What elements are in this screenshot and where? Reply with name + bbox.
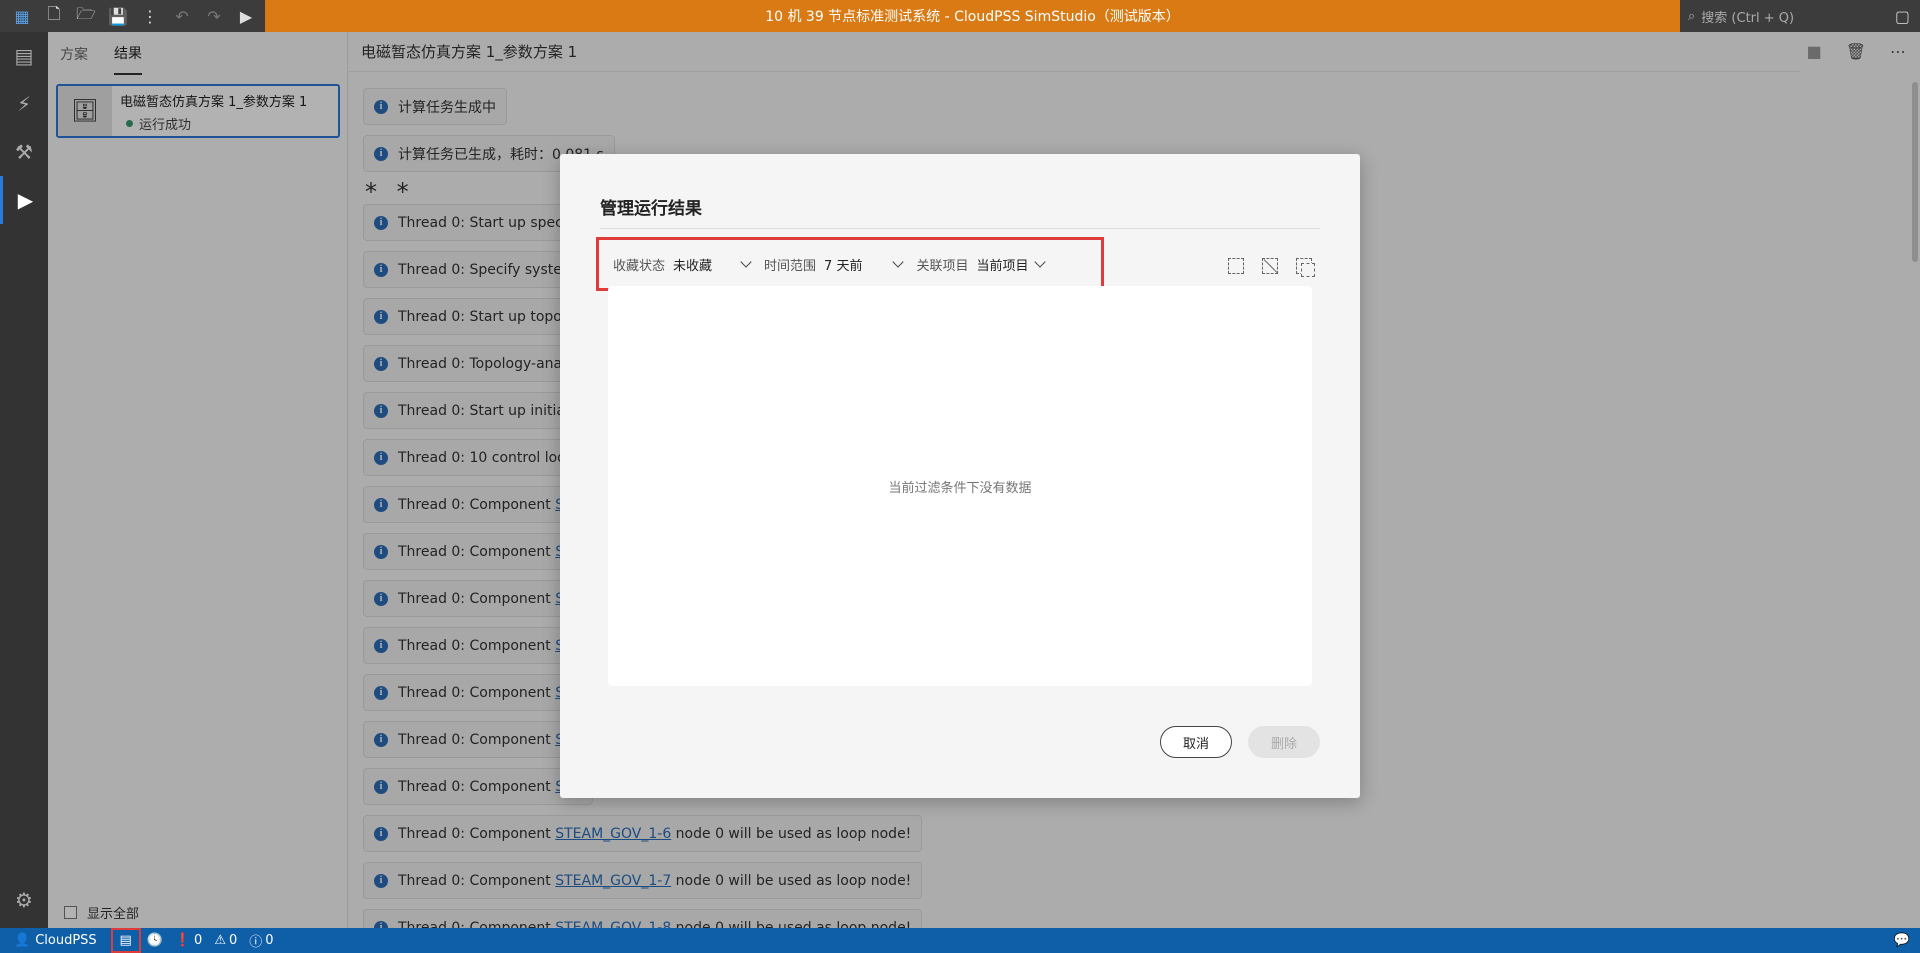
undo-icon[interactable]: ↶ [168, 2, 196, 30]
related-project-filter[interactable]: 关联项目 当前项目 [916, 255, 1047, 274]
user-icon: 👤 [14, 933, 31, 948]
maximize-icon[interactable]: ▢ [1895, 7, 1910, 26]
filter-bar: 收藏状态 未收藏 时间范围 7 天前 关联项目 当前项目 [596, 237, 1104, 291]
more-vertical-icon[interactable]: ⋮ [136, 2, 164, 30]
title-bar-toolbar: ▦ 🗋 🗁 💾 ⋮ ↶ ↷ ▶ [0, 0, 265, 32]
select-all-icon[interactable] [1228, 258, 1244, 274]
chevron-down-icon [740, 256, 752, 268]
history-button[interactable]: 🕓 [141, 933, 169, 948]
user-account[interactable]: 👤 CloudPSS [0, 933, 109, 948]
warning-icon: ⚠ [214, 933, 226, 948]
chevron-down-icon [1034, 256, 1047, 268]
run-play-icon[interactable]: ▶ [232, 2, 260, 30]
status-bar: 👤 CloudPSS ▤ 🕓 ❗ 0 ⚠ 0 ⓘ 0 💬 [0, 928, 1920, 953]
search-icon: ⌕ [1688, 8, 1696, 24]
activity-bar: ▤ ⚡ ⚒ ▶ ⚙ [0, 32, 48, 928]
filter-value: 当前项目 [976, 258, 1029, 274]
dialog-divider [600, 228, 1320, 229]
app-logo-icon[interactable]: ▦ [8, 2, 36, 30]
error-icon: ❗ [174, 933, 192, 948]
results-table: 当前过滤条件下没有数据 [608, 286, 1312, 686]
save-icon[interactable]: 💾 [104, 2, 132, 30]
delete-button[interactable]: 删除 [1248, 726, 1320, 758]
warning-count[interactable]: ⚠ 0 [208, 933, 243, 948]
error-count[interactable]: ❗ 0 [169, 933, 208, 948]
time-range-filter[interactable]: 时间范围 7 天前 [764, 255, 905, 274]
open-folder-icon[interactable]: 🗁 [72, 2, 100, 30]
user-name: CloudPSS [35, 933, 97, 948]
info-count[interactable]: ⓘ 0 [243, 931, 279, 950]
filter-label: 时间范围 [764, 258, 817, 274]
run-results-icon[interactable]: ▶ [0, 176, 48, 224]
search-placeholder: 搜索 (Ctrl + Q) [1701, 10, 1795, 26]
chevron-down-icon [892, 256, 905, 268]
manage-results-dialog: 管理运行结果 收藏状态 未收藏 时间范围 7 天前 关联项目 当前项目 当前过滤… [560, 154, 1360, 798]
empty-state-text: 当前过滤条件下没有数据 [888, 480, 1032, 496]
filter-label: 关联项目 [916, 258, 969, 274]
window-title: 10 机 39 节点标准测试系统 - CloudPSS SimStudio（测试… [265, 0, 1680, 32]
invert-selection-icon[interactable] [1296, 258, 1315, 277]
cancel-button[interactable]: 取消 [1160, 726, 1232, 758]
dialog-title: 管理运行结果 [600, 199, 702, 219]
new-file-icon[interactable]: 🗋 [40, 2, 68, 30]
history-clock-icon: 🕓 [146, 933, 163, 948]
tools-icon[interactable]: ⚒ [0, 128, 48, 176]
filter-label: 收藏状态 [613, 258, 666, 274]
info-circle-icon: ⓘ [249, 935, 263, 950]
title-bar: ▦ 🗋 🗁 💾 ⋮ ↶ ↷ ▶ 10 机 39 节点标准测试系统 - Cloud… [0, 0, 1920, 32]
search-box[interactable]: ⌕ 搜索 (Ctrl + Q) [1688, 7, 1888, 26]
settings-gear-icon[interactable]: ⚙ [0, 876, 48, 924]
filter-value: 未收藏 [673, 258, 713, 274]
feedback-icon[interactable]: 💬 [1894, 933, 1920, 948]
document-view-icon[interactable]: ▤ [0, 32, 48, 80]
selection-tools [1228, 258, 1315, 277]
deselect-all-icon[interactable] [1262, 258, 1278, 274]
redo-icon[interactable]: ↷ [200, 2, 228, 30]
favorite-status-filter[interactable]: 收藏状态 未收藏 [613, 255, 752, 274]
task-list-icon: ▤ [119, 933, 132, 948]
plugin-icon[interactable]: ⚡ [0, 80, 48, 128]
task-manager-button[interactable]: ▤ [110, 928, 141, 953]
filter-value: 7 天前 [824, 258, 863, 274]
